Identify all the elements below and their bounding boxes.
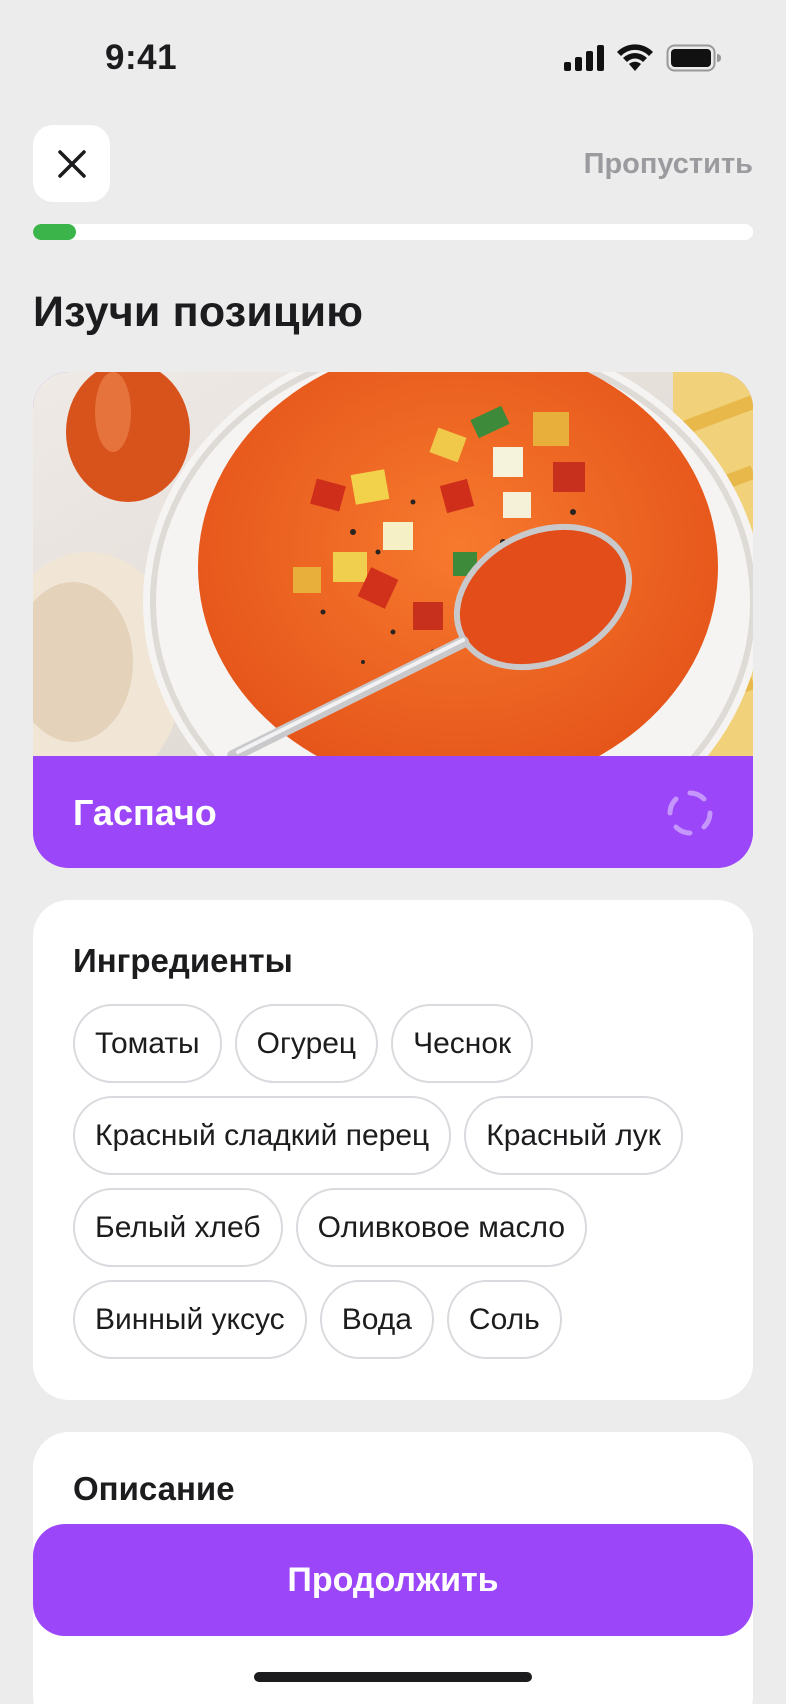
ingredients-list: Томаты Огурец Чеснок Красный сладкий пер… (73, 1004, 733, 1359)
ingredients-card: Ингредиенты Томаты Огурец Чеснок Красный… (33, 900, 753, 1400)
wifi-icon (617, 44, 653, 71)
skip-button[interactable]: Пропустить (584, 148, 753, 181)
cellular-signal-icon (564, 45, 604, 71)
home-indicator (254, 1672, 532, 1682)
ingredient-chip[interactable]: Оливковое масло (295, 1188, 588, 1267)
progress-fill (33, 224, 77, 240)
dish-title-bar: Гаспачо (33, 756, 753, 868)
progress-bar (33, 224, 753, 240)
ingredient-chip[interactable]: Красный сладкий перец (73, 1096, 452, 1175)
status-time: 9:41 (105, 38, 178, 77)
ingredient-chip[interactable]: Соль (446, 1280, 562, 1359)
status-bar: 9:41 (0, 0, 786, 118)
ingredient-chip[interactable]: Огурец (234, 1004, 379, 1083)
ingredient-chip[interactable]: Чеснок (391, 1004, 534, 1083)
ingredient-chip[interactable]: Томаты (73, 1004, 222, 1083)
ingredient-chip[interactable]: Красный лук (464, 1096, 683, 1175)
ingredient-chip[interactable]: Белый хлеб (73, 1188, 283, 1267)
ingredient-chip[interactable]: Вода (319, 1280, 434, 1359)
close-icon (57, 149, 86, 178)
loading-spinner-icon (667, 790, 713, 836)
ingredient-chip[interactable]: Винный уксус (73, 1280, 307, 1359)
ingredients-title: Ингредиенты (73, 942, 293, 979)
battery-icon (666, 44, 721, 72)
dish-card: Гаспачо (33, 372, 753, 868)
gazpacho-photo (33, 372, 753, 756)
description-title: Описание (73, 1470, 235, 1507)
close-button[interactable] (33, 125, 110, 202)
dish-name: Гаспачо (73, 792, 217, 833)
continue-button[interactable]: Продолжить (33, 1524, 753, 1636)
page-title: Изучи позицию (33, 288, 364, 336)
